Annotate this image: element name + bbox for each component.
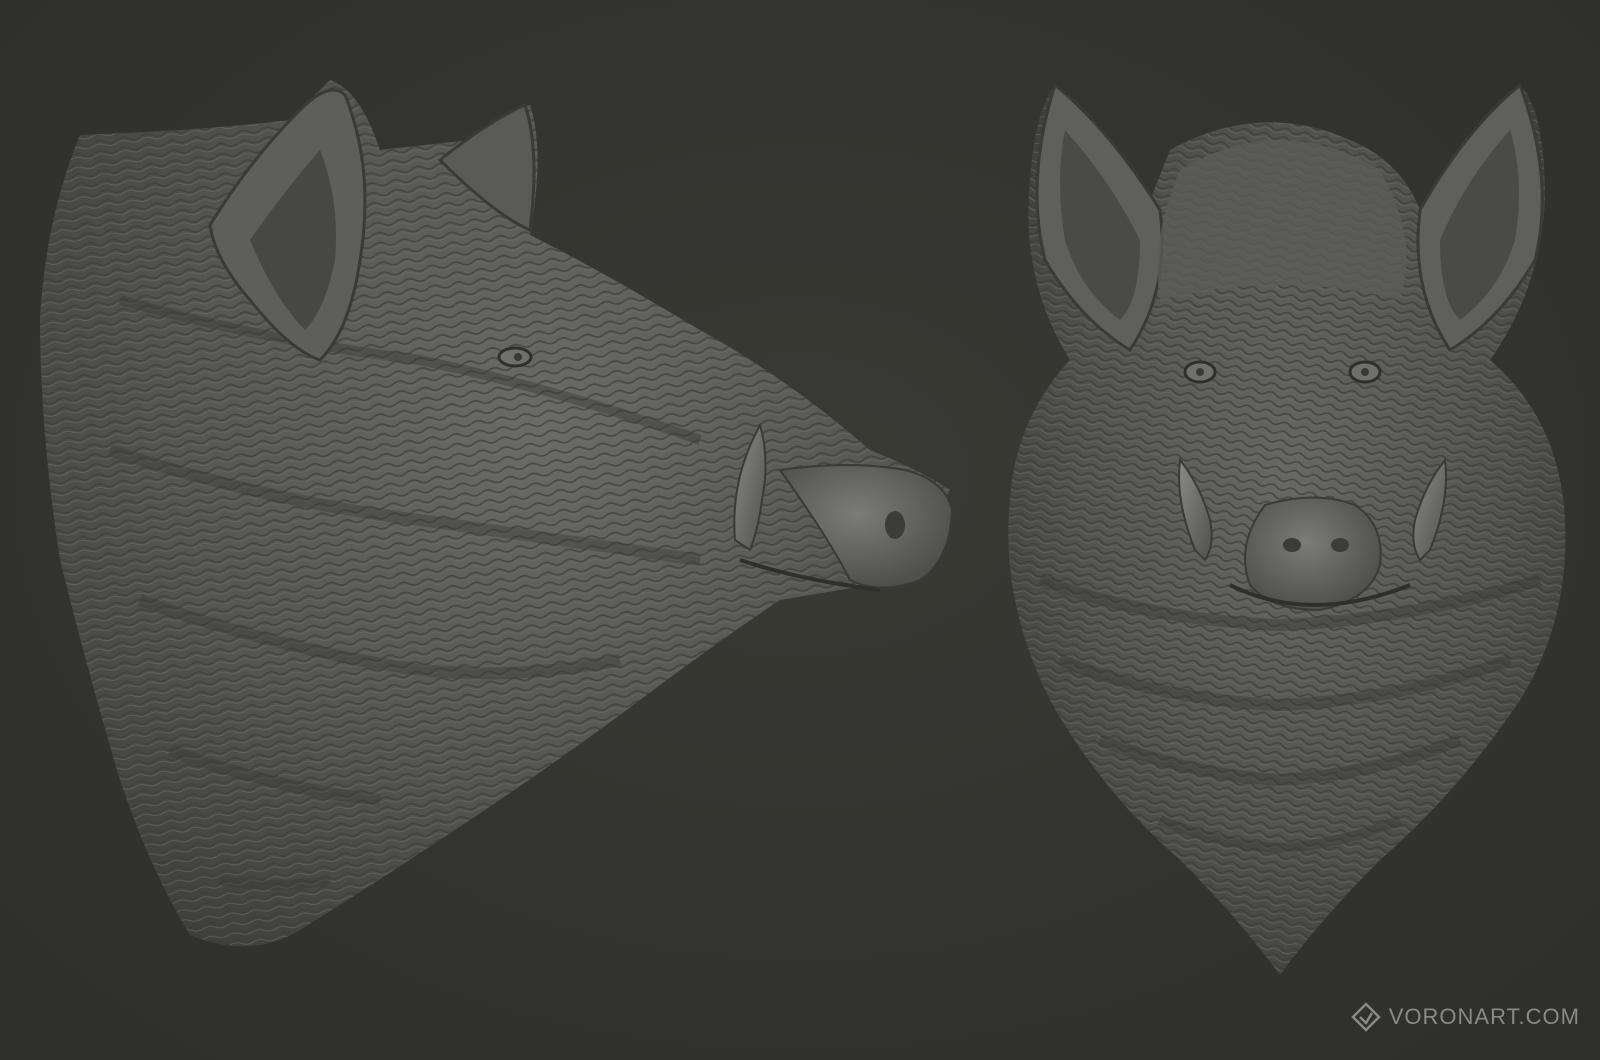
watermark-text: VORONART.COM — [1388, 1004, 1580, 1029]
voronart-logo-icon — [1350, 1002, 1381, 1032]
boar-head-front-view — [1008, 82, 1566, 975]
render-stage: VORONART.COM — [0, 0, 1600, 1060]
watermark: VORONART.COM — [1350, 1002, 1580, 1032]
boar-sculpt-render — [40, 80, 1566, 975]
front-snout — [1244, 496, 1382, 612]
boar-head-side-view — [40, 80, 954, 947]
